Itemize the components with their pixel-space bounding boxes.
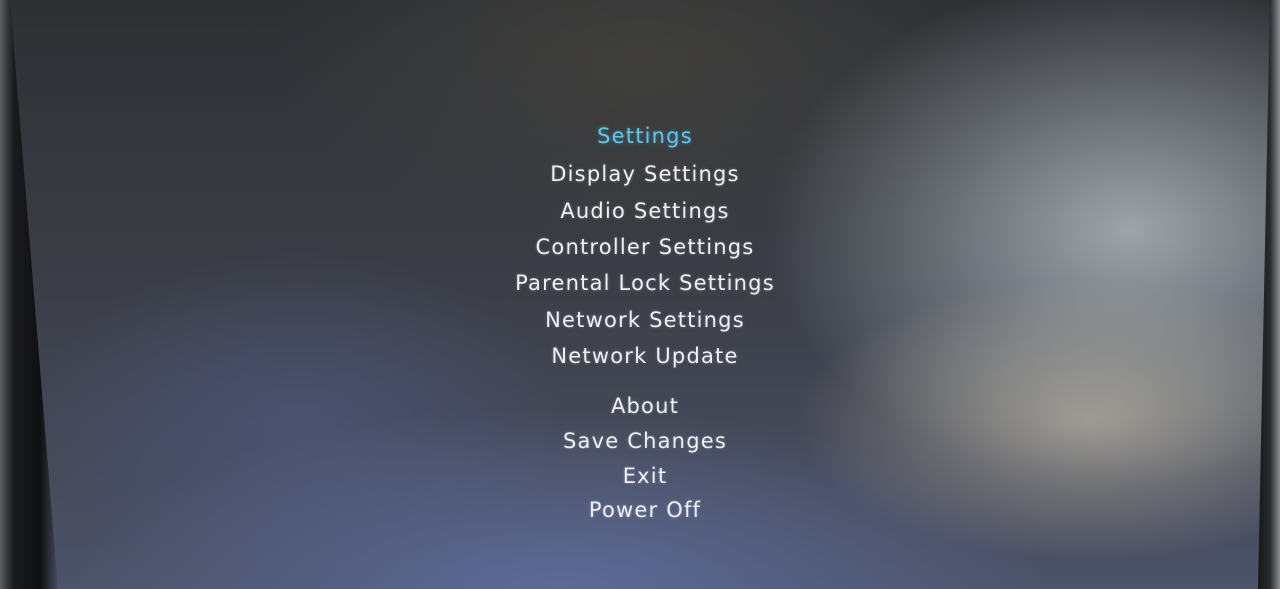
screen-photo: Settings Display Settings Audio Settings… bbox=[0, 0, 1280, 589]
menu-item-network-settings[interactable]: Network Settings bbox=[0, 307, 1280, 333]
menu-item-display-settings[interactable]: Display Settings bbox=[0, 161, 1280, 187]
menu-item-controller-settings[interactable]: Controller Settings bbox=[0, 234, 1280, 260]
menu-item-save-changes[interactable]: Save Changes bbox=[0, 428, 1280, 454]
menu-item-parental-lock-settings[interactable]: Parental Lock Settings bbox=[0, 270, 1280, 296]
menu-item-about[interactable]: About bbox=[0, 393, 1280, 419]
menu-item-audio-settings[interactable]: Audio Settings bbox=[0, 198, 1280, 224]
menu-item-exit[interactable]: Exit bbox=[0, 463, 1280, 489]
menu-item-power-off[interactable]: Power Off bbox=[0, 497, 1280, 523]
menu-item-network-update[interactable]: Network Update bbox=[0, 343, 1280, 369]
menu-item-settings[interactable]: Settings bbox=[0, 123, 1280, 149]
